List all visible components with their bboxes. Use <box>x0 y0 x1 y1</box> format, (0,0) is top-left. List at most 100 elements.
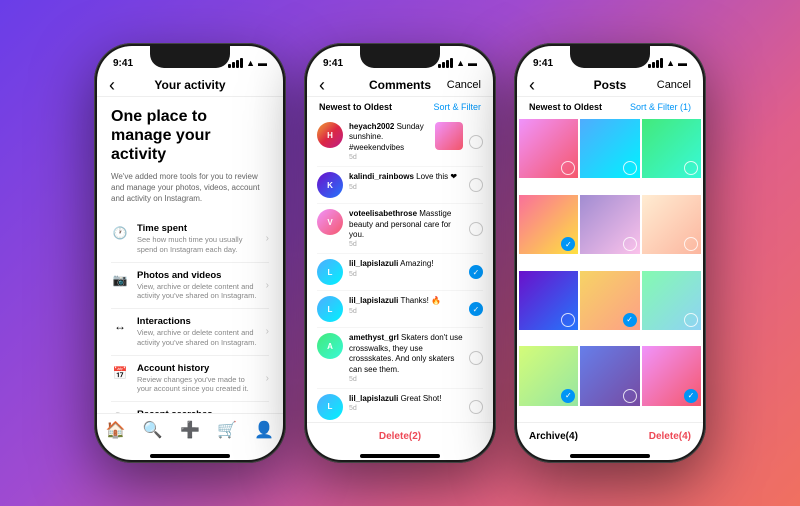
comment-text-1: heyach2002 Sunday sunshine. #weekendvibe… <box>349 122 429 153</box>
archive-button[interactable]: Archive(4) <box>529 431 578 442</box>
interactions-icon: ↔ <box>111 317 129 335</box>
activity-text-account: Account history Review changes you've ma… <box>137 363 258 395</box>
cancel-button-2[interactable]: Cancel <box>447 79 481 91</box>
home-indicator-1 <box>150 454 230 458</box>
avatar-5: L <box>317 296 343 322</box>
comment-item-2[interactable]: K kalindi_rainbows Love this ❤ 5d <box>317 167 483 204</box>
post-check-2[interactable] <box>623 161 637 175</box>
battery-icon-2: ▬ <box>468 58 477 68</box>
comment-text-4: lil_lapislazuli Amazing! <box>349 259 463 269</box>
comment-item-5[interactable]: L lil_lapislazuli Thanks! 🔥 5d ✓ <box>317 291 483 328</box>
activity-item-searches[interactable]: 🔍 Recent searches Review things you've s… <box>111 402 269 413</box>
status-icons-1: ▲ ▬ <box>228 58 267 68</box>
nav-profile-icon[interactable]: 👤 <box>254 420 274 440</box>
comment-time-3: 5d <box>349 241 463 248</box>
status-icons-3: ▲ ▬ <box>648 58 687 68</box>
post-cell-7[interactable] <box>519 271 578 330</box>
comment-text-7: lil_lapislazuli Great Shot! <box>349 394 463 404</box>
post-cell-3[interactable] <box>642 119 701 178</box>
post-cell-11[interactable] <box>580 346 639 405</box>
comment-text-3: voteelisabethrose Masstige beauty and pe… <box>349 209 463 240</box>
phones-container: 9:41 ▲ ▬ ‹ Your activity <box>94 43 706 463</box>
chevron-interactions: › <box>266 326 269 337</box>
comment-item-3[interactable]: V voteelisabethrose Masstige beauty and … <box>317 204 483 254</box>
check-circle-3[interactable] <box>469 222 483 236</box>
nav-title-3: Posts <box>594 78 627 92</box>
wifi-icon-2: ▲ <box>456 58 465 68</box>
comment-content-3: voteelisabethrose Masstige beauty and pe… <box>349 209 463 248</box>
phone-posts: 9:41 ▲ ▬ ‹ Posts Cancel Newe <box>514 43 706 463</box>
check-circle-7[interactable] <box>469 400 483 414</box>
post-cell-12[interactable]: ✓ <box>642 346 701 405</box>
cancel-button-3[interactable]: Cancel <box>657 79 691 91</box>
chevron-time: › <box>266 233 269 244</box>
post-cell-8[interactable]: ✓ <box>580 271 639 330</box>
wifi-icon-3: ▲ <box>666 58 675 68</box>
comment-content-4: lil_lapislazuli Amazing! 5d <box>349 259 463 277</box>
back-button-2[interactable]: ‹ <box>319 75 325 96</box>
check-circle-4[interactable]: ✓ <box>469 265 483 279</box>
post-check-11[interactable] <box>623 389 637 403</box>
post-check-8[interactable]: ✓ <box>623 313 637 327</box>
sort-filter-link-3[interactable]: Sort & Filter (1) <box>630 102 691 112</box>
post-check-10[interactable]: ✓ <box>561 389 575 403</box>
activity-text-time: Time spent See how much time you usually… <box>137 223 258 255</box>
comment-content-6: amethyst_grl Skaters don't use crosswalk… <box>349 333 463 383</box>
check-circle-6[interactable] <box>469 351 483 365</box>
comment-item-6[interactable]: A amethyst_grl Skaters don't use crosswa… <box>317 328 483 389</box>
comment-item-1[interactable]: H heyach2002 Sunday sunshine. #weekendvi… <box>317 117 483 167</box>
check-circle-1[interactable] <box>469 135 483 149</box>
archive-delete-bar: Archive(4) Delete(4) <box>517 422 703 450</box>
comment-item-7[interactable]: L lil_lapislazuli Great Shot! 5d <box>317 389 483 422</box>
post-check-5[interactable] <box>623 237 637 251</box>
check-circle-2[interactable] <box>469 178 483 192</box>
post-cell-4[interactable]: ✓ <box>519 195 578 254</box>
post-cell-1[interactable] <box>519 119 578 178</box>
post-cell-6[interactable] <box>642 195 701 254</box>
bottom-nav: 🏠 🔍 ➕ 🛒 👤 <box>97 413 283 450</box>
comment-text-2: kalindi_rainbows Love this ❤ <box>349 172 463 182</box>
battery-icon-3: ▬ <box>678 58 687 68</box>
status-icons-2: ▲ ▬ <box>438 58 477 68</box>
activity-subtext: We've added more tools for you to review… <box>111 171 269 205</box>
nav-search-icon[interactable]: 🔍 <box>143 420 163 440</box>
activity-heading: One place to manage your activity <box>111 107 269 165</box>
comments-list: H heyach2002 Sunday sunshine. #weekendvi… <box>307 117 493 422</box>
nav-home-icon[interactable]: 🏠 <box>106 420 126 440</box>
nav-shop-icon[interactable]: 🛒 <box>217 420 237 440</box>
post-check-4[interactable]: ✓ <box>561 237 575 251</box>
battery-icon: ▬ <box>258 58 267 68</box>
nav-title-2: Comments <box>369 78 431 92</box>
check-circle-5[interactable]: ✓ <box>469 302 483 316</box>
delete-button-2[interactable]: Delete(2) <box>379 431 421 442</box>
posts-grid: ✓ ✓ ✓ ✓ <box>517 117 703 422</box>
home-indicator-3 <box>570 454 650 458</box>
photos-icon: 📷 <box>111 271 129 289</box>
post-cell-10[interactable]: ✓ <box>519 346 578 405</box>
sort-filter-link-2[interactable]: Sort & Filter <box>433 102 481 112</box>
post-check-12[interactable]: ✓ <box>684 389 698 403</box>
comment-time-1: 5d <box>349 154 429 161</box>
post-check-7[interactable] <box>561 313 575 327</box>
delete-button-3[interactable]: Delete(4) <box>649 431 691 442</box>
activity-item-time[interactable]: 🕐 Time spent See how much time you usual… <box>111 216 269 263</box>
post-check-3[interactable] <box>684 161 698 175</box>
filter-bar-3: Newest to Oldest Sort & Filter (1) <box>517 97 703 117</box>
nav-add-icon[interactable]: ➕ <box>180 420 200 440</box>
comment-item-4[interactable]: L lil_lapislazuli Amazing! 5d ✓ <box>317 254 483 291</box>
filter-bar-2: Newest to Oldest Sort & Filter <box>307 97 493 117</box>
filter-label-3: Newest to Oldest <box>529 102 602 112</box>
activity-item-photos[interactable]: 📷 Photos and videos View, archive or del… <box>111 263 269 310</box>
post-check-9[interactable] <box>684 313 698 327</box>
avatar-1: H <box>317 122 343 148</box>
back-button-1[interactable]: ‹ <box>109 75 115 96</box>
post-cell-2[interactable] <box>580 119 639 178</box>
post-check-6[interactable] <box>684 237 698 251</box>
post-cell-9[interactable] <box>642 271 701 330</box>
activity-item-interactions[interactable]: ↔ Interactions View, archive or delete c… <box>111 309 269 356</box>
post-cell-5[interactable] <box>580 195 639 254</box>
nav-bar-1: ‹ Your activity <box>97 74 283 97</box>
post-check-1[interactable] <box>561 161 575 175</box>
activity-item-account[interactable]: 📅 Account history Review changes you've … <box>111 356 269 403</box>
back-button-3[interactable]: ‹ <box>529 75 535 96</box>
